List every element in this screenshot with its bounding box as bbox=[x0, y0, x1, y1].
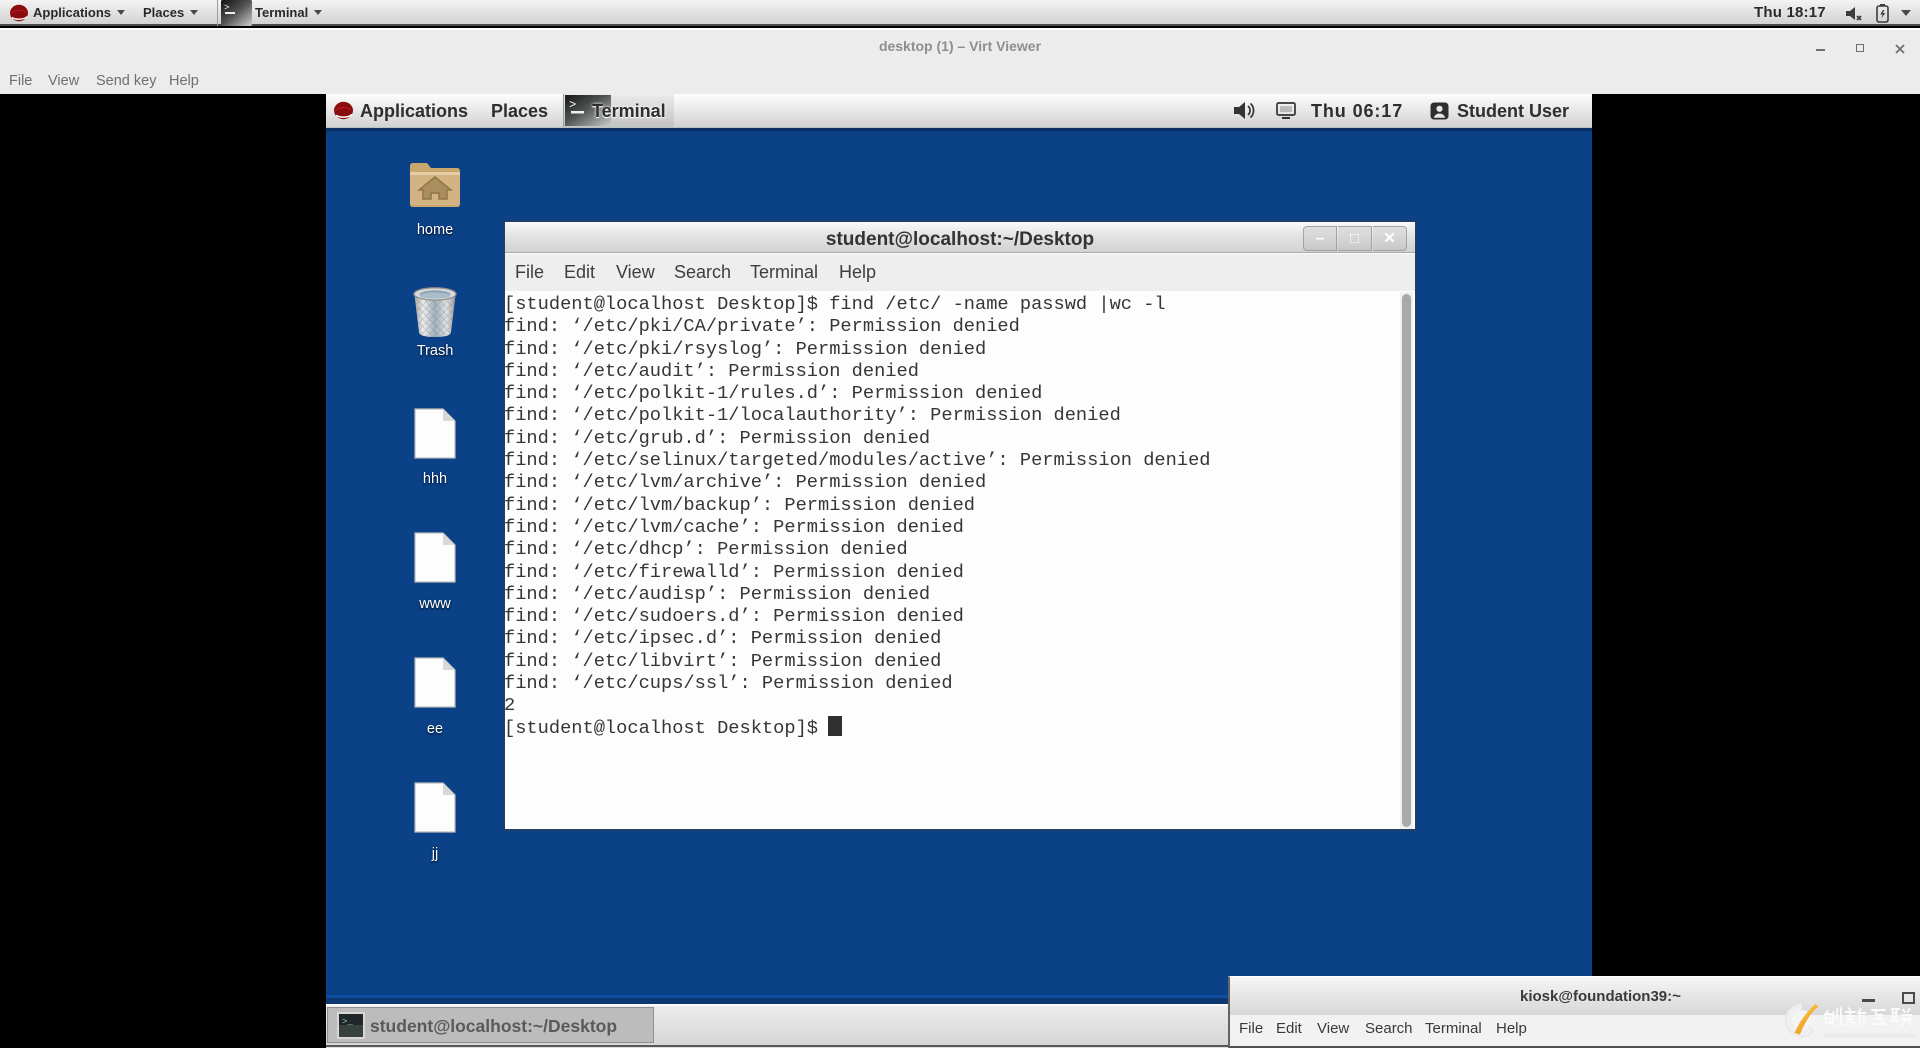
svg-text:>: > bbox=[224, 3, 229, 13]
svg-text:>: > bbox=[569, 98, 576, 112]
svg-text:>_: >_ bbox=[342, 1017, 353, 1027]
